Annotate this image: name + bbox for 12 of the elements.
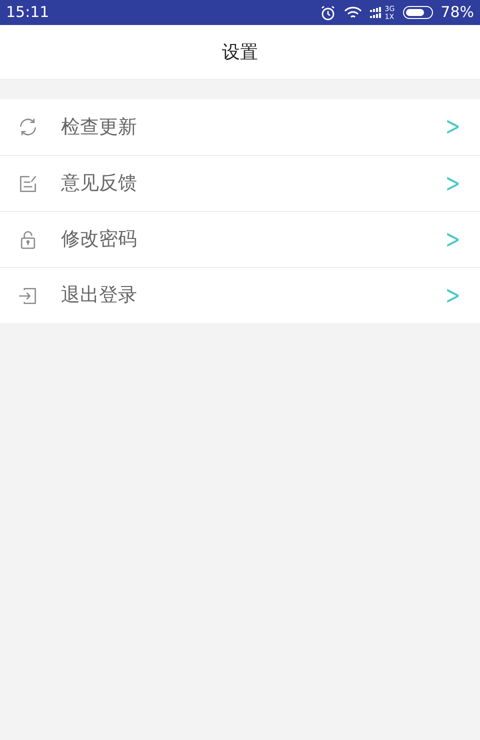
signal-icon	[370, 7, 381, 18]
refresh-icon	[17, 116, 39, 138]
alarm-icon	[320, 4, 336, 20]
page-title: 设置	[222, 40, 258, 64]
chevron: >	[445, 170, 461, 196]
status-time: 15:11	[6, 2, 50, 24]
chevron: >	[445, 114, 461, 140]
chevron: >	[445, 226, 461, 252]
chevron: >	[445, 282, 461, 308]
wifi-icon	[344, 6, 362, 20]
battery-percent: 78%	[440, 2, 474, 24]
battery-icon	[402, 6, 433, 19]
